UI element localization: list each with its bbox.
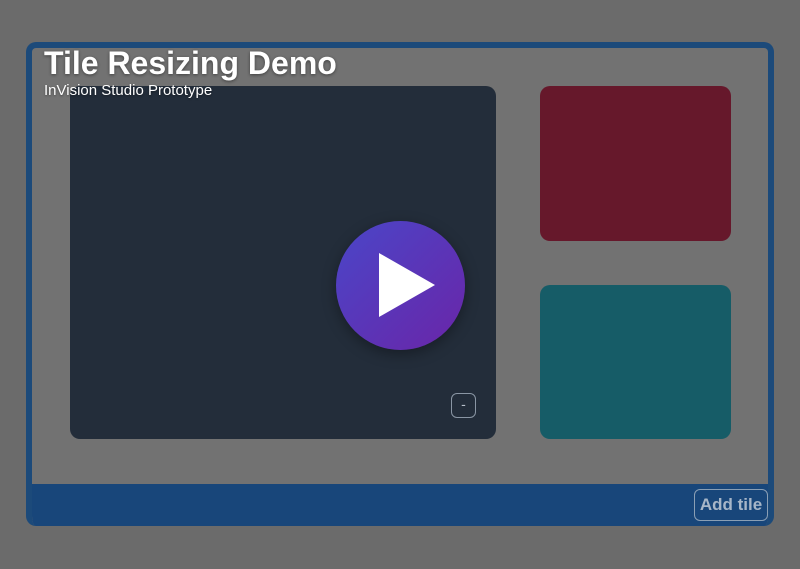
minimize-tile-button[interactable]: - xyxy=(451,393,476,418)
footer-bar: Add tile xyxy=(32,484,768,526)
red-tile[interactable] xyxy=(540,86,731,241)
play-icon xyxy=(379,253,435,317)
page: - Add tile Tile Resizing Demo InVision S… xyxy=(0,0,800,569)
add-tile-button[interactable]: Add tile xyxy=(694,489,768,521)
play-button[interactable] xyxy=(336,221,465,350)
page-title: Tile Resizing Demo xyxy=(44,45,337,81)
title-block: Tile Resizing Demo InVision Studio Proto… xyxy=(44,44,337,100)
page-subtitle: InVision Studio Prototype xyxy=(44,82,213,99)
teal-tile[interactable] xyxy=(540,285,731,439)
